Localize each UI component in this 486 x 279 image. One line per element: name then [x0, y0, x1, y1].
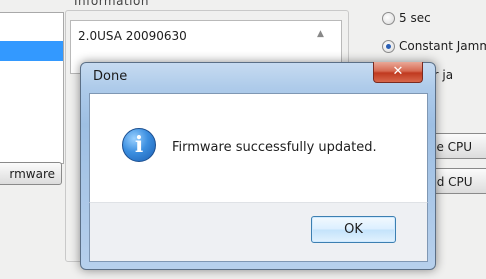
radio-constant-jamming[interactable] — [382, 40, 395, 53]
radio-5-sec-label: 5 sec — [399, 11, 431, 25]
dialog-message: Firmware successfully updated. — [172, 140, 377, 155]
list-box[interactable] — [0, 12, 64, 164]
ok-button[interactable]: OK — [311, 216, 396, 243]
radio-5-sec[interactable] — [382, 12, 395, 25]
scroll-up-arrow-icon[interactable]: ▲ — [317, 29, 324, 39]
information-group-label: Information — [72, 0, 151, 8]
firmware-button[interactable]: rmware — [0, 162, 62, 185]
information-icon: i — [122, 128, 156, 162]
close-icon: ✕ — [392, 64, 404, 79]
close-button[interactable]: ✕ — [373, 62, 423, 83]
selected-list-item[interactable] — [0, 41, 63, 61]
radio-constant-jamming-label: Constant Jamm — [399, 39, 486, 53]
dialog-title: Done — [93, 69, 128, 84]
information-icon-glyph: i — [134, 132, 144, 158]
information-text: 2.0USA 20090630 — [78, 29, 187, 43]
